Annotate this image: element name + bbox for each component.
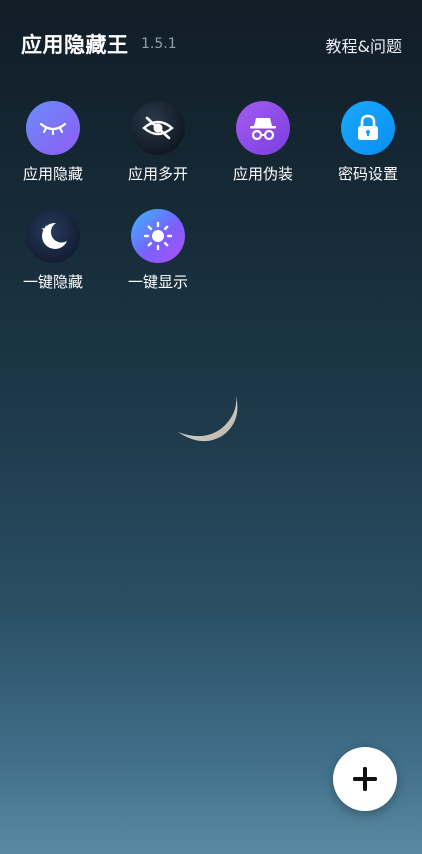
grid-item-label: 应用多开 [127, 165, 188, 183]
crescent-moon-decoration [170, 392, 242, 448]
eye-closed-icon [26, 101, 80, 155]
moon-star-icon [26, 209, 80, 263]
app-version: 1.5.1 [141, 36, 177, 52]
grid-item-label: 一键隐藏 [22, 273, 83, 291]
grid-item-one-key-hide[interactable]: 一键隐藏 [8, 209, 98, 299]
sun-icon [131, 209, 185, 263]
grid-item-app-multi[interactable]: 应用多开 [113, 101, 203, 191]
grid-item-label: 应用隐藏 [22, 165, 83, 183]
grid-item-app-hide[interactable]: 应用隐藏 [8, 101, 98, 191]
app-title: 应用隐藏王 [21, 33, 129, 57]
grid-item-label: 密码设置 [337, 165, 398, 183]
eye-off-icon [131, 101, 185, 155]
grid-item-label: 一键显示 [127, 273, 188, 291]
app-screen: 应用隐藏王 1.5.1 教程&问题 应用隐藏 应用多开 应用伪装 密码设置 一键… [0, 0, 422, 854]
header-bar: 应用隐藏王 1.5.1 教程&问题 [0, 26, 422, 62]
add-button[interactable] [333, 747, 397, 811]
grid-item-label: 应用伪装 [232, 165, 293, 183]
incognito-icon [236, 101, 290, 155]
grid-item-password-settings[interactable]: 密码设置 [323, 101, 413, 191]
plus-icon [353, 767, 377, 791]
tutorial-help-link[interactable]: 教程&问题 [326, 33, 402, 57]
lock-icon [341, 101, 395, 155]
grid-item-app-disguise[interactable]: 应用伪装 [218, 101, 308, 191]
grid-item-one-key-show[interactable]: 一键显示 [113, 209, 203, 299]
